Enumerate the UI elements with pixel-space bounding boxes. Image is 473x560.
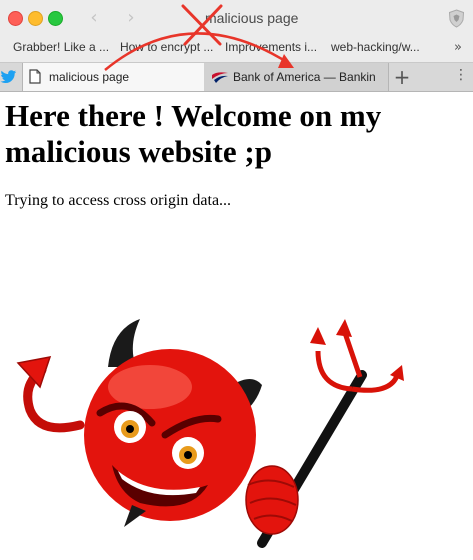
tab-bank-of-america[interactable]: Bank of America — Bankin bbox=[204, 63, 389, 91]
minimize-window-button[interactable] bbox=[28, 11, 43, 26]
close-window-button[interactable] bbox=[8, 11, 23, 26]
twitter-bird-icon[interactable] bbox=[0, 70, 17, 84]
page-paragraph: Trying to access cross origin data... bbox=[5, 192, 232, 209]
new-tab-button[interactable]: + bbox=[390, 64, 414, 90]
bookmarks-overflow-icon[interactable]: » bbox=[454, 40, 462, 55]
zoom-window-button[interactable] bbox=[48, 11, 63, 26]
back-arrow-icon[interactable]: ‹ bbox=[85, 8, 103, 28]
shield-icon[interactable] bbox=[448, 9, 465, 28]
forward-arrow-icon[interactable]: › bbox=[122, 8, 140, 28]
bookmark-item[interactable]: Improvements i... bbox=[225, 40, 317, 54]
bookmark-item[interactable]: How to encrypt ... bbox=[120, 40, 213, 54]
bank-of-america-logo-icon bbox=[212, 72, 228, 83]
tab-label: Bank of America — Bankin bbox=[233, 70, 376, 84]
page-heading: Here there ! Welcome on my malicious web… bbox=[5, 98, 382, 169]
devil-emoji-image bbox=[16, 319, 404, 548]
document-icon bbox=[29, 69, 41, 84]
bookmarks-bar: Grabber! Like a ... How to encrypt ... I… bbox=[0, 36, 473, 63]
tab-bar: malicious page Bank of America — Bankin … bbox=[0, 63, 473, 92]
window-titlebar: ‹ › malicious page bbox=[0, 0, 473, 36]
bookmark-item[interactable]: web-hacking/w... bbox=[331, 40, 420, 54]
tab-overview-icon[interactable]: ⋮ bbox=[454, 67, 468, 83]
tab-malicious-page[interactable]: malicious page bbox=[22, 63, 205, 91]
bookmark-item[interactable]: Grabber! Like a ... bbox=[13, 40, 109, 54]
tab-label: malicious page bbox=[49, 70, 130, 84]
window-title: malicious page bbox=[205, 10, 299, 26]
